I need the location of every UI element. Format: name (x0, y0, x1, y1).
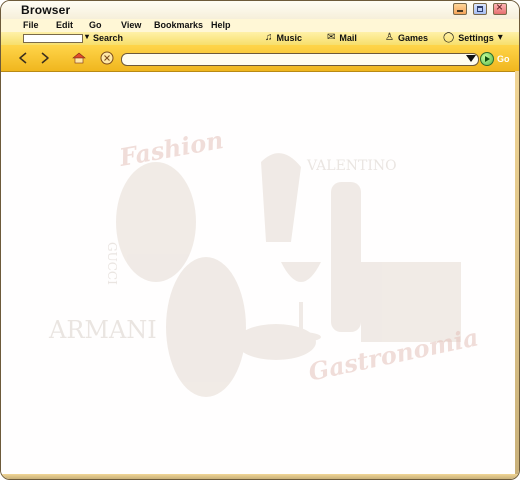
watermark-background (116, 153, 461, 397)
navigation-bar: Go (1, 45, 519, 72)
window-frame-bottom (1, 474, 519, 479)
go-button-label[interactable]: Go (497, 54, 510, 64)
bottle-watermark (331, 182, 361, 332)
settings-icon: ◯ (443, 32, 455, 43)
search-button[interactable]: Search (93, 33, 123, 43)
coffee-watermark (236, 324, 316, 360)
address-bar[interactable] (121, 53, 479, 66)
wineglass-watermark (281, 262, 321, 282)
forward-icon[interactable] (37, 50, 53, 66)
back-icon[interactable] (15, 50, 31, 66)
browser-window: Browser File Edit Go View Bookmarks Help… (0, 0, 520, 480)
gucci-watermark: GUCCI (105, 242, 119, 285)
title-bar: Browser (1, 1, 519, 20)
menu-file[interactable]: File (23, 20, 39, 30)
address-dropdown-icon[interactable] (466, 55, 476, 62)
menu-view[interactable]: View (121, 20, 141, 30)
games-icon: ♙ (385, 32, 394, 43)
window-title: Browser (21, 3, 71, 17)
toolbar-settings[interactable]: ◯ Settings ▾ (443, 32, 503, 44)
menu-bookmarks[interactable]: Bookmarks (154, 20, 203, 30)
menu-edit[interactable]: Edit (56, 20, 73, 30)
shoe-watermark (166, 257, 246, 397)
maximize-button[interactable] (473, 3, 487, 15)
menu-go[interactable]: Go (89, 20, 102, 30)
go-icon[interactable] (480, 52, 494, 66)
music-icon: ♫ (265, 32, 273, 43)
menu-bar: File Edit Go View Bookmarks Help (1, 19, 519, 33)
search-input[interactable] (23, 34, 83, 43)
search-toolbar: ▾ Search ♫ Music ✉ Mail ♙ Games ◯ Settin… (1, 32, 519, 46)
mail-label: Mail (339, 33, 357, 43)
toolbar-games[interactable]: ♙ Games (385, 32, 428, 44)
music-label: Music (276, 33, 303, 43)
valentino-watermark: VALENTINO (307, 158, 397, 174)
search-dropdown-icon[interactable]: ▾ (85, 32, 89, 41)
window-controls (453, 1, 507, 15)
chevron-down-icon: ▾ (497, 32, 503, 43)
mask-watermark (116, 162, 196, 282)
toolbar-music[interactable]: ♫ Music (265, 32, 303, 44)
menu-help[interactable]: Help (211, 20, 231, 30)
games-label: Games (397, 33, 428, 43)
mail-icon: ✉ (327, 32, 336, 43)
home-icon[interactable] (71, 50, 87, 66)
close-button[interactable] (493, 1, 507, 15)
window-frame-right (515, 71, 519, 479)
stop-icon[interactable] (99, 50, 115, 66)
toolbar-mail[interactable]: ✉ Mail (327, 32, 357, 44)
page-content: ARMANI VALENTINO GUCCI Fashion Gastronom… (1, 72, 519, 479)
minimize-button[interactable] (453, 3, 467, 15)
armani-watermark: ARMANI (49, 316, 157, 344)
settings-label: Settings (458, 33, 494, 43)
figure-watermark (261, 153, 301, 242)
